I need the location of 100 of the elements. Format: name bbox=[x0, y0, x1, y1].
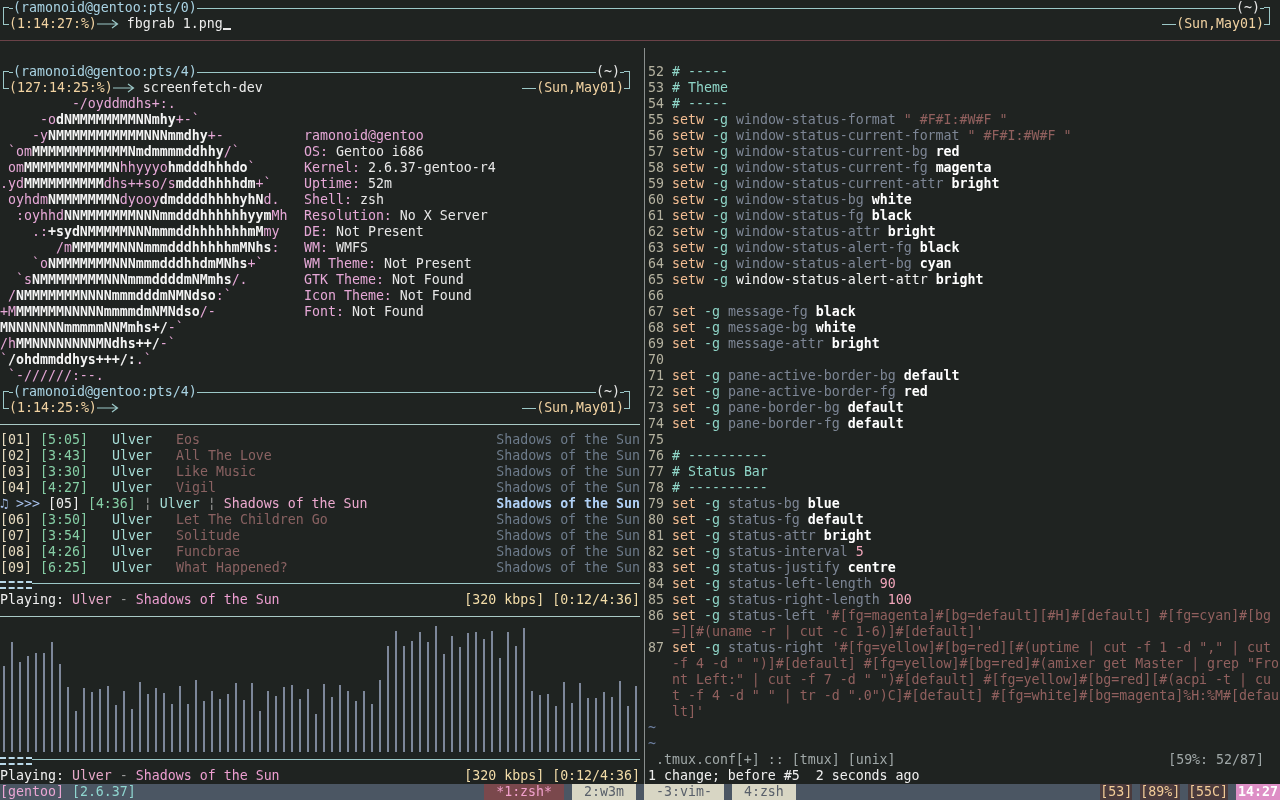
window-tab[interactable]: -3:vim- bbox=[644, 784, 724, 800]
cursor-position: [59%: 52/87] bbox=[1168, 752, 1264, 768]
system-stat: [55C] bbox=[1188, 784, 1229, 800]
track-title[interactable]: Funcbrae bbox=[176, 544, 240, 560]
track-length: [4:26] bbox=[40, 544, 89, 560]
logo-ascii-text: `om bbox=[7, 144, 32, 160]
logo-ascii-text: Mh bbox=[271, 208, 288, 224]
track-title[interactable]: Solitude bbox=[176, 528, 240, 544]
logo-ascii-text: dhs++so/s bbox=[103, 176, 176, 192]
track-artist: Ulver bbox=[112, 544, 153, 560]
line-number: 73 bbox=[648, 400, 665, 416]
info-value: zsh bbox=[359, 192, 384, 208]
line-number: 82 bbox=[648, 544, 665, 560]
track-title[interactable]: Like Music bbox=[176, 464, 256, 480]
clock: 14:27 bbox=[1236, 784, 1280, 800]
logo-ascii-text: NMMMMMMMN bbox=[47, 192, 120, 208]
logo-ascii-text: MMMMMMMMMMMMNmdmmmmddhhy bbox=[31, 144, 224, 160]
line-number: 58 bbox=[648, 160, 665, 176]
logo-ascii-text: /- bbox=[199, 304, 216, 320]
window-tab[interactable]: 2:w3m bbox=[572, 784, 636, 800]
track-length: [3:30] bbox=[40, 464, 89, 480]
track-number: [06] bbox=[0, 512, 33, 528]
bitrate: [320 kbps] bbox=[464, 768, 545, 784]
code-line: # Status Bar bbox=[672, 464, 769, 480]
logo-ascii-text: hhyyyo bbox=[119, 160, 168, 176]
info-label: Kernel: bbox=[304, 160, 360, 176]
logo-ascii-text: `s bbox=[14, 272, 32, 288]
info-label: Font: bbox=[304, 304, 344, 320]
track-number: [08] bbox=[0, 544, 33, 560]
logo-ascii-text: `o bbox=[30, 256, 48, 272]
editor-message: 1 change; before #5 2 seconds ago bbox=[648, 768, 920, 784]
line-number: 66 bbox=[648, 288, 665, 304]
user-host: ramonoid@gentoo bbox=[304, 128, 424, 144]
kernel-version: [2.6.37] bbox=[71, 784, 136, 800]
system-stat: [53] bbox=[1100, 784, 1133, 800]
now-playing-title: Shadows of the Sun bbox=[135, 768, 280, 784]
logo-ascii-text: dyooy bbox=[119, 192, 160, 208]
logo-ascii-text: MMMMMMMMMMMN bbox=[23, 160, 120, 176]
line-number: 54 bbox=[648, 96, 665, 112]
code-line: setw -g window-status-current-bg red bbox=[672, 144, 961, 160]
track-length: [4:36] bbox=[87, 496, 136, 512]
code-line: set -g message-attr bright bbox=[672, 336, 881, 352]
code-line: setw -g window-status-current-format " #F#I:#W#F " bbox=[672, 128, 1073, 144]
code-line: set -g status-fg default bbox=[672, 512, 865, 528]
logo-ascii-text: /. bbox=[231, 272, 248, 288]
code-line: set -g pane-border-fg default bbox=[672, 416, 905, 432]
window-tab[interactable]: *1:zsh* bbox=[484, 784, 565, 800]
info-value: Not Found bbox=[351, 304, 424, 320]
code-line: setw -g window-status-alert-fg black bbox=[672, 240, 961, 256]
track-album: Shadows of the Sun bbox=[496, 528, 640, 544]
logo-ascii-text: +sydNMMMMMNNNmmmddhhhhhhhmM bbox=[47, 224, 264, 240]
track-title[interactable]: What Happened? bbox=[176, 560, 288, 576]
logo-ascii-text: -o bbox=[38, 112, 56, 128]
prompt-status: (1:14:27:%) bbox=[9, 16, 97, 32]
track-title[interactable]: Vigil bbox=[176, 480, 216, 496]
track-title[interactable]: Shadows of the Sun bbox=[223, 496, 368, 512]
logo-ascii-text: : bbox=[271, 240, 280, 256]
code-line: setw -g window-status-format " #F#I:#W#F " bbox=[672, 112, 1009, 128]
logo-ascii-text: my bbox=[263, 224, 280, 240]
track-album: Shadows of the Sun bbox=[496, 544, 640, 560]
now-playing-title: Shadows of the Sun bbox=[135, 592, 280, 608]
info-value: Not Found bbox=[391, 272, 464, 288]
line-number: 68 bbox=[648, 320, 665, 336]
line-number: 78 bbox=[648, 480, 665, 496]
code-line: setw -g window-status-alert-bg cyan bbox=[672, 256, 953, 272]
prompt-user-host: (ramonoid@gentoo:pts/4) bbox=[13, 64, 197, 80]
logo-ascii-text: ` bbox=[0, 352, 8, 368]
prompt-status: (127:14:25:%) bbox=[9, 80, 113, 96]
track-length: [3:54] bbox=[40, 528, 89, 544]
window-tab[interactable]: 4:zsh bbox=[731, 784, 796, 800]
line-number: 81 bbox=[648, 528, 665, 544]
code-line: setw -g window-status-current-attr bright bbox=[672, 176, 1001, 192]
column-separator: ¦ bbox=[207, 496, 216, 512]
code-line: set -g status-right-length 100 bbox=[672, 592, 913, 608]
line-number: 86 bbox=[648, 608, 665, 625]
code-line: set -g status-bg blue bbox=[672, 496, 841, 512]
code-line: set -g pane-active-border-fg red bbox=[672, 384, 929, 400]
logo-ascii-text: MMMMMMMMMM bbox=[23, 176, 104, 192]
code-line: setw -g window-status-attr bright bbox=[672, 224, 937, 240]
logo-ascii-text: /ohdmmddhys+++/: bbox=[8, 352, 136, 368]
logo-ascii-text: :oyhhd bbox=[14, 208, 64, 224]
track-artist: Ulver bbox=[112, 512, 153, 528]
logo-ascii-text: /` bbox=[223, 144, 240, 160]
logo-ascii-text: .yd bbox=[0, 176, 24, 192]
empty-line-marker: ~ bbox=[648, 736, 656, 752]
line-number: 65 bbox=[648, 272, 665, 288]
track-title[interactable]: Eos bbox=[176, 432, 200, 448]
track-title[interactable]: Let The Children Go bbox=[176, 512, 328, 528]
track-number: [03] bbox=[0, 464, 33, 480]
line-number: 85 bbox=[648, 592, 665, 608]
bitrate: [320 kbps] bbox=[464, 592, 545, 608]
line-number: 60 bbox=[648, 192, 665, 208]
now-playing-label: Playing: bbox=[0, 768, 64, 784]
track-title[interactable]: All The Love bbox=[176, 448, 272, 464]
code-line: set -g status-interval 5 bbox=[672, 544, 865, 560]
logo-ascii-text: -` bbox=[159, 336, 176, 352]
logo-ascii-text: .` bbox=[135, 352, 152, 368]
line-number: 80 bbox=[648, 512, 665, 528]
line-number: 74 bbox=[648, 416, 665, 432]
line-number: 62 bbox=[648, 224, 665, 240]
